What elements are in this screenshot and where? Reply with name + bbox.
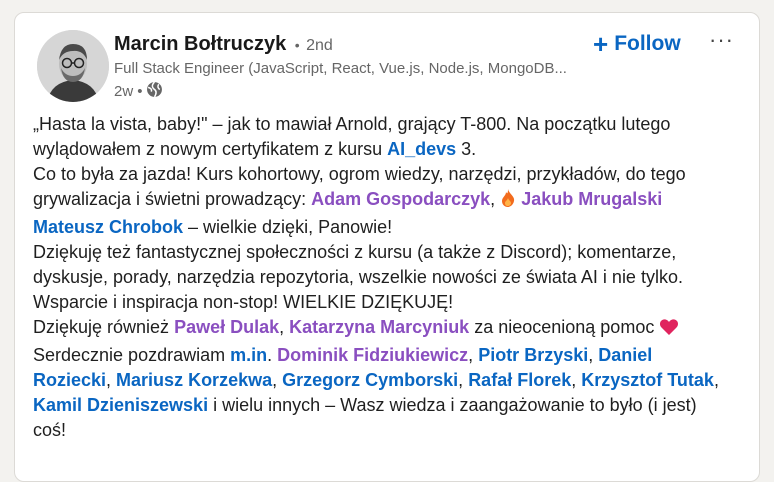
author-headline: Full Stack Engineer (JavaScript, React, …: [114, 60, 567, 77]
link-aidevs[interactable]: AI_devs: [387, 139, 456, 159]
post-text: ,: [468, 345, 479, 365]
post-body: „Hasta la vista, baby!" – jak to mawiał …: [33, 112, 733, 443]
follow-label: Follow: [614, 32, 681, 55]
mention-piotr[interactable]: Piotr Brzyski: [478, 345, 588, 365]
link-min[interactable]: m.in: [230, 345, 267, 365]
post-text: Dziękuję również: [33, 317, 175, 337]
post-text: ,: [272, 370, 283, 390]
mention-kamil[interactable]: Kamil Dzieniszewski: [33, 395, 208, 415]
mention-dominik[interactable]: Dominik Fidziukiewicz: [277, 345, 468, 365]
visibility-separator: •: [137, 83, 143, 100]
mention-mariusz[interactable]: Mariusz Korzekwa: [116, 370, 272, 390]
mention-jakub[interactable]: Jakub Mrugalski: [521, 189, 662, 209]
post-text: „Hasta la vista, baby!" – jak to mawiał …: [33, 114, 671, 159]
heart-icon: [659, 318, 679, 343]
post-text: ,: [106, 370, 117, 390]
mention-krzysztof[interactable]: Krzysztof Tutak: [581, 370, 714, 390]
mention-katarzyna[interactable]: Katarzyna Marcyniuk: [289, 317, 469, 337]
paragraph: „Hasta la vista, baby!" – jak to mawiał …: [33, 112, 733, 162]
avatar[interactable]: [37, 30, 109, 102]
post-meta: 2w •: [114, 81, 163, 102]
post-text: Serdecznie pozdrawiam: [33, 345, 231, 365]
follow-button[interactable]: + Follow: [593, 29, 681, 59]
post-text: – wielkie dzięki, Panowie!: [183, 217, 393, 237]
paragraph: Serdecznie pozdrawiam m.in. Dominik Fidz…: [33, 343, 733, 443]
post-card: Marcin Bołtruczyk • 2nd Full Stack Engin…: [14, 12, 760, 482]
plus-icon: +: [593, 29, 609, 59]
mention-grzegorz[interactable]: Grzegorz Cymborski: [282, 370, 458, 390]
post-text: .: [267, 345, 278, 365]
degree-separator: •: [294, 37, 300, 53]
post-text: za nieocenioną pomoc: [469, 317, 660, 337]
post-text: ,: [458, 370, 469, 390]
post-text: ,: [713, 370, 719, 390]
post-text: ,: [279, 317, 290, 337]
paragraph: Dziękuję również Paweł Dulak, Katarzyna …: [33, 315, 733, 343]
more-options-button[interactable]: ···: [709, 27, 734, 53]
fire-icon: [500, 188, 516, 215]
mention-pawel[interactable]: Paweł Dulak: [174, 317, 279, 337]
post-text: ,: [588, 345, 599, 365]
paragraph: Dziękuję też fantastycznej społeczności …: [33, 242, 683, 312]
globe-icon: [146, 81, 163, 102]
connection-degree: 2nd: [306, 37, 333, 54]
mention-mateusz[interactable]: Mateusz Chrobok: [33, 217, 183, 237]
author-line: Marcin Bołtruczyk • 2nd: [114, 33, 333, 56]
avatar-photo: [37, 30, 109, 102]
post-age: 2w: [114, 83, 134, 100]
author-name[interactable]: Marcin Bołtruczyk: [114, 33, 286, 55]
paragraph: Co to była za jazda! Kurs kohortowy, ogr…: [33, 162, 733, 240]
post-text: 3.: [456, 139, 477, 159]
post-text: ,: [571, 370, 582, 390]
post-text: ,: [490, 189, 501, 209]
mention-adam[interactable]: Adam Gospodarczyk: [311, 189, 490, 209]
mention-rafal[interactable]: Rafał Florek: [468, 370, 571, 390]
